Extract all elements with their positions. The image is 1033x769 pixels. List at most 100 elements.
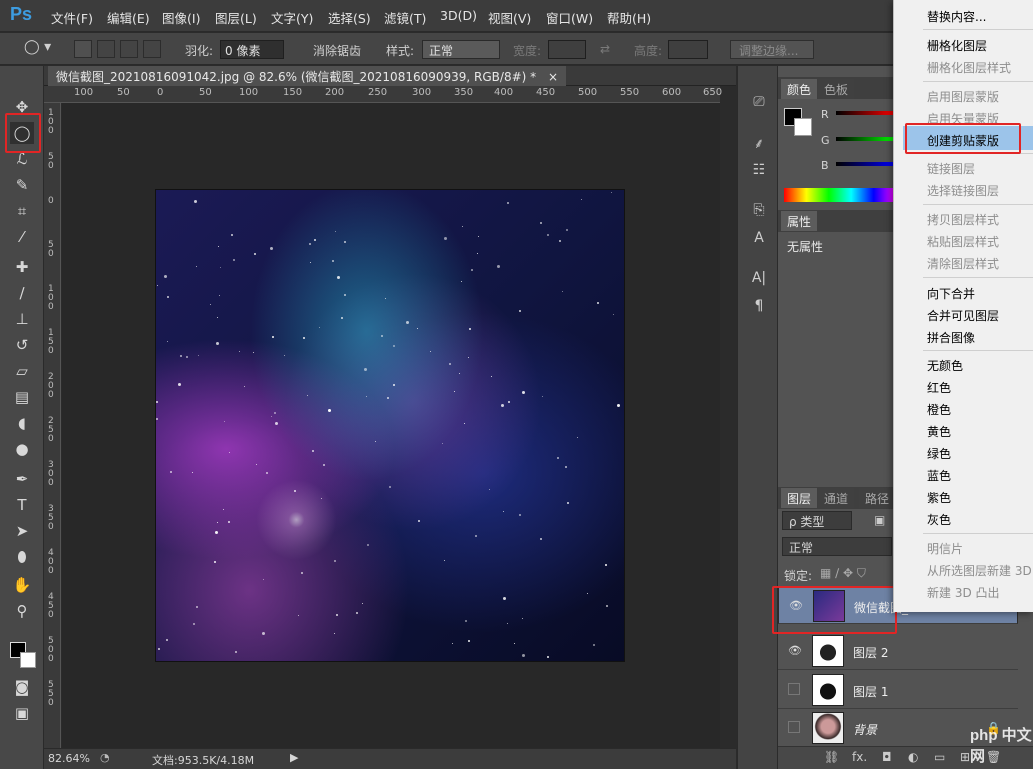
layer-row[interactable]: 👁 图层 2 (778, 632, 1018, 670)
lock-icons[interactable]: ▦ ∕ ✥ ⛉ (820, 566, 866, 581)
menu-layer[interactable]: 图层(L) (215, 8, 257, 27)
image-filter-icon[interactable]: ▣ (874, 513, 885, 527)
feather-input[interactable]: 0 像素 (220, 40, 284, 59)
layer-name[interactable]: 背景 (853, 721, 877, 738)
history-brush-tool-icon[interactable]: ↺ (10, 334, 34, 356)
menu-file[interactable]: 文件(F) (51, 8, 93, 27)
adjustment-layer-icon[interactable]: ◐ (908, 750, 918, 764)
eraser-tool-icon[interactable]: ▱ (10, 360, 34, 382)
quick-select-tool-icon[interactable]: ✎ (10, 174, 34, 196)
brush-panel-icon[interactable]: ⸙ (748, 134, 770, 154)
context-menu-item[interactable]: 启用图层蒙版 (927, 88, 999, 105)
visibility-toggle[interactable] (788, 683, 800, 695)
brush-tool-icon[interactable]: ∕ (10, 282, 34, 304)
layer-row[interactable]: 图层 1 (778, 671, 1018, 709)
zoom-tool-icon[interactable]: ⚲ (10, 600, 34, 622)
menu-edit[interactable]: 编辑(E) (107, 8, 150, 27)
context-menu-item[interactable]: 栅格化图层样式 (927, 59, 1011, 76)
context-menu-item[interactable]: 合并可见图层 (927, 307, 999, 324)
context-menu-item[interactable]: 绿色 (927, 445, 951, 462)
intersect-selection-icon[interactable] (143, 40, 161, 58)
context-menu-item[interactable]: 粘贴图层样式 (927, 233, 999, 250)
height-input[interactable] (668, 40, 708, 59)
context-menu-item[interactable]: 选择链接图层 (927, 182, 999, 199)
red-slider[interactable] (836, 111, 896, 115)
crop-tool-icon[interactable]: ⌗ (10, 200, 34, 222)
swap-icon[interactable]: ⇄ (600, 42, 610, 56)
refine-edge-button[interactable]: 调整边缘... (730, 40, 814, 59)
tab-paths[interactable]: 路径 (859, 488, 896, 508)
type-tool-icon[interactable]: T (10, 494, 34, 516)
eye-icon[interactable]: 👁 (788, 644, 802, 658)
new-selection-icon[interactable] (74, 40, 92, 58)
subtract-selection-icon[interactable] (120, 40, 138, 58)
context-menu-item[interactable]: 拷贝图层样式 (927, 211, 999, 228)
layer-name[interactable]: 图层 1 (853, 683, 888, 700)
status-icon[interactable]: ◔ (100, 751, 110, 764)
context-menu-item[interactable]: 紫色 (927, 489, 951, 506)
context-menu-item[interactable]: 栅格化图层 (927, 37, 987, 54)
new-group-icon[interactable]: ▭ (934, 750, 945, 764)
menu-window[interactable]: 窗口(W) (546, 8, 593, 27)
tab-layers[interactable]: 图层 (781, 488, 818, 508)
context-menu-item[interactable]: 拼合图像 (927, 329, 975, 346)
context-menu-item[interactable]: 红色 (927, 379, 951, 396)
context-menu-item[interactable]: 链接图层 (927, 160, 975, 177)
context-menu-item[interactable]: 黄色 (927, 423, 951, 440)
context-menu-item[interactable]: 新建 3D 凸出 (927, 584, 1000, 601)
color-spectrum[interactable] (784, 188, 896, 202)
close-tab-icon[interactable]: × (548, 70, 558, 84)
new-layer-icon[interactable]: ⊞ (960, 750, 970, 764)
context-menu-item[interactable]: 灰色 (927, 511, 951, 528)
add-mask-icon[interactable]: ◘ (882, 750, 892, 764)
menu-select[interactable]: 选择(S) (328, 8, 371, 27)
menu-view[interactable]: 视图(V) (488, 8, 531, 27)
tab-swatches[interactable]: 色板 (818, 79, 855, 99)
dodge-tool-icon[interactable]: ● (10, 438, 34, 460)
paragraph-panel-icon[interactable]: ¶ (748, 298, 770, 318)
style-select[interactable]: 正常 (422, 40, 500, 59)
healing-brush-tool-icon[interactable]: ✚ (10, 256, 34, 278)
context-menu-item[interactable]: 蓝色 (927, 467, 951, 484)
status-menu-arrow-icon[interactable]: ▶ (290, 751, 298, 764)
blend-mode-select[interactable]: 正常 (782, 537, 892, 556)
ellipse-marquee-preset-icon[interactable]: ◯ ▾ (24, 39, 51, 55)
context-menu-item[interactable]: 无颜色 (927, 357, 963, 374)
layer-filter-select[interactable]: ρ 类型 (782, 511, 852, 530)
character-panel-icon[interactable]: A| (748, 270, 770, 290)
menu-image[interactable]: 图像(I) (162, 8, 200, 27)
history-panel-icon[interactable]: ⎚ (748, 94, 770, 114)
menu-3d[interactable]: 3D(D) (440, 8, 477, 23)
hand-tool-icon[interactable]: ✋ (10, 574, 34, 596)
blue-slider[interactable] (836, 162, 896, 166)
blur-tool-icon[interactable]: ◖ (10, 412, 34, 434)
zoom-level[interactable]: 82.64% (48, 752, 90, 765)
link-layers-icon[interactable]: ⛓ (824, 750, 839, 764)
clone-source-icon[interactable]: ⎘ (748, 202, 770, 222)
context-menu-item[interactable]: 替换内容... (927, 8, 986, 25)
tab-color[interactable]: 颜色 (781, 79, 818, 99)
visibility-toggle[interactable] (788, 721, 800, 733)
context-menu-item[interactable]: 从所选图层新建 3D (927, 562, 1032, 579)
quick-mask-icon[interactable]: ◙ (10, 676, 34, 698)
gradient-tool-icon[interactable]: ▤ (10, 386, 34, 408)
green-slider[interactable] (836, 137, 896, 141)
tab-properties[interactable]: 属性 (781, 211, 818, 231)
menu-type[interactable]: 文字(Y) (271, 8, 313, 27)
context-menu-item[interactable]: 向下合并 (927, 285, 975, 302)
context-menu-item[interactable]: 橙色 (927, 401, 951, 418)
eyedropper-tool-icon[interactable]: ⁄ (10, 226, 34, 248)
path-select-tool-icon[interactable]: ➤ (10, 520, 34, 542)
menu-filter[interactable]: 滤镜(T) (384, 8, 426, 27)
width-input[interactable] (548, 40, 586, 59)
context-menu-item[interactable]: 清除图层样式 (927, 255, 999, 272)
context-menu-item[interactable]: 明信片 (927, 540, 963, 557)
color-background-swatch[interactable] (794, 118, 812, 136)
layer-name[interactable]: 图层 2 (853, 644, 888, 661)
pen-tool-icon[interactable]: ✒ (10, 468, 34, 490)
menu-help[interactable]: 帮助(H) (607, 8, 651, 27)
fx-icon[interactable]: fx. (852, 750, 867, 764)
galaxy-image-layer[interactable] (155, 189, 625, 662)
ellipse-shape-tool-icon[interactable]: ⬮ (10, 546, 34, 568)
character-style-icon[interactable]: A (748, 230, 770, 250)
